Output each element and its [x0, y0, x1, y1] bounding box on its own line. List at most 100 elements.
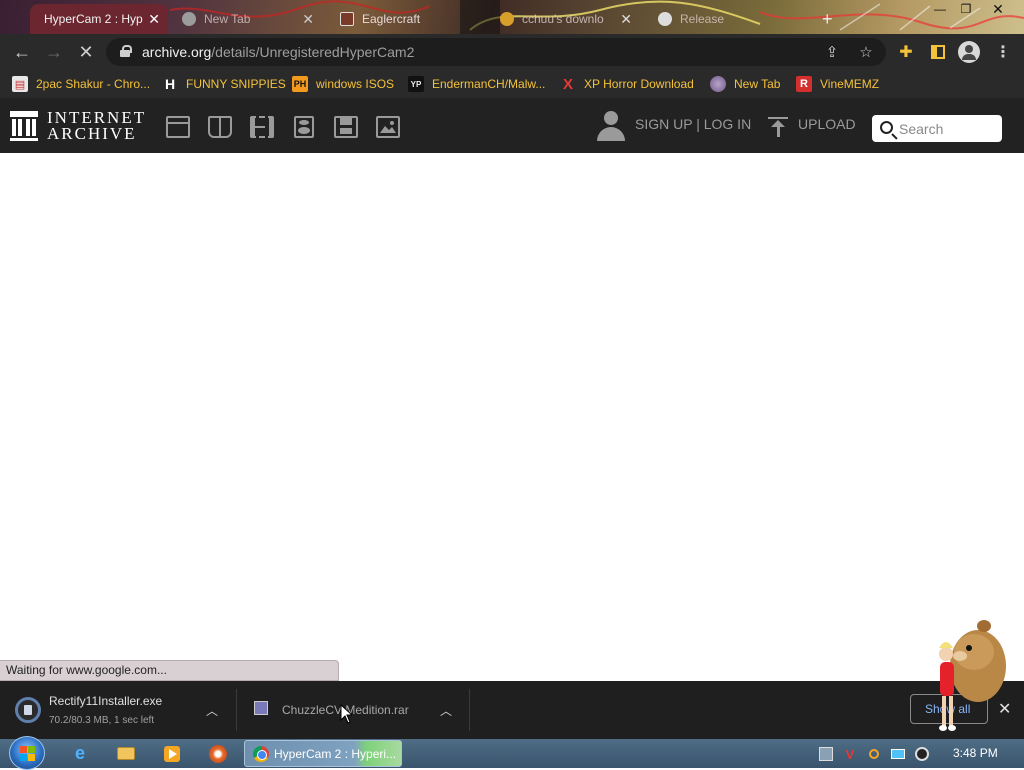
- archive-search-box[interactable]: [872, 115, 1002, 142]
- bookmark-label: windows ISOS: [316, 77, 395, 91]
- file-explorer-icon[interactable]: [108, 741, 144, 766]
- network-icon[interactable]: [890, 746, 906, 762]
- taskbar-window-title: HyperCam 2 : Hyperi...: [274, 747, 397, 761]
- upload-arrow-icon[interactable]: [768, 117, 788, 137]
- user-silhouette-icon[interactable]: [597, 111, 625, 141]
- video-icon[interactable]: [250, 116, 274, 138]
- store-icon: ▤: [12, 76, 28, 92]
- download-item-chuzzle[interactable]: ChuzzleCV Medition.rar ︿: [237, 681, 469, 739]
- chevron-up-icon[interactable]: ︿: [440, 702, 452, 719]
- browser-toolbar: ← → ✕ archive.org/details/UnregisteredHy…: [0, 34, 1024, 70]
- internet-explorer-icon[interactable]: e: [62, 741, 98, 766]
- web-icon[interactable]: [166, 116, 190, 138]
- tab-title: Release: [680, 12, 725, 26]
- kebab-menu-icon[interactable]: ⋮: [992, 41, 1014, 63]
- profile-avatar-icon[interactable]: [958, 41, 980, 63]
- bookmark-endermanch[interactable]: YP EndermanCH/Malw...: [408, 75, 545, 93]
- bookmark-funny-snippies[interactable]: H FUNNY SNIPPIES: [162, 75, 286, 93]
- page-content: [0, 153, 1024, 681]
- texts-icon[interactable]: [208, 116, 232, 138]
- tab-title: Eaglercraft: [362, 12, 421, 26]
- windows-taskbar: e HyperCam 2 : Hyperi... V 3:48 PM: [0, 736, 1024, 770]
- bookmarks-bar: ▤ 2pac Shakur - Chro... H FUNNY SNIPPIES…: [0, 70, 1024, 98]
- minimize-icon[interactable]: —: [926, 0, 954, 18]
- search-input[interactable]: [899, 119, 995, 138]
- v-tray-icon[interactable]: V: [842, 746, 858, 762]
- tab-title: New Tab: [204, 12, 251, 26]
- search-icon[interactable]: [880, 121, 893, 134]
- bookmark-label: VineMEMZ: [820, 77, 880, 91]
- status-bubble: Waiting for www.google.com...: [0, 660, 339, 681]
- archive-logo-icon[interactable]: [10, 111, 38, 141]
- new-tab-button[interactable]: +: [812, 4, 840, 34]
- close-window-icon[interactable]: ✕: [984, 0, 1012, 18]
- github-icon: [658, 12, 672, 26]
- address-bar[interactable]: archive.org/details/UnregisteredHyperCam…: [106, 38, 886, 66]
- archive-header: INTERNET ARCHIVE SIGN UP | LOG IN UPLOAD: [0, 98, 1024, 153]
- taskbar-clock[interactable]: 3:48 PM: [953, 746, 998, 760]
- hamster-sticker: [939, 620, 1006, 731]
- close-tab-icon[interactable]: ✕: [620, 11, 632, 28]
- tab-title: HyperCam 2 : Hyp: [44, 12, 143, 26]
- bookmark-star-icon[interactable]: ☆: [856, 42, 876, 62]
- downloads-site-icon: [500, 12, 514, 26]
- bookmark-label: New Tab: [734, 77, 781, 91]
- tab-cchuu-downloads[interactable]: cchuu's downlo ✕: [490, 4, 640, 34]
- mouse-cursor-icon: [340, 704, 352, 724]
- bookmark-label: FUNNY SNIPPIES: [186, 77, 286, 91]
- stop-loading-icon[interactable]: ✕: [74, 40, 98, 64]
- hypercam-app-icon[interactable]: [200, 741, 236, 766]
- installer-file-icon: [15, 697, 41, 723]
- close-tab-icon[interactable]: ✕: [302, 11, 314, 28]
- tab-eaglercraft[interactable]: Eaglercraft: [330, 4, 480, 34]
- url-text[interactable]: archive.org/details/UnregisteredHyperCam…: [142, 44, 414, 60]
- bookmark-xp-horror[interactable]: X XP Horror Download: [560, 75, 694, 93]
- url-host: archive.org: [142, 44, 212, 60]
- chrome-icon: [182, 12, 196, 26]
- back-arrow-icon[interactable]: ←: [10, 40, 34, 64]
- forward-arrow-icon[interactable]: →: [42, 40, 66, 64]
- audio-icon[interactable]: [294, 116, 314, 138]
- magnifier-tray-icon[interactable]: [866, 746, 882, 762]
- bookmark-2pac[interactable]: ▤ 2pac Shakur - Chro...: [12, 75, 150, 93]
- upload-link[interactable]: UPLOAD: [798, 116, 856, 132]
- download-progress-text: 70.2/80.3 MB, 1 sec left: [49, 715, 155, 726]
- bookmark-label: XP Horror Download: [584, 77, 694, 91]
- download-item-rectify11[interactable]: Rectify11Installer.exe 70.2/80.3 MB, 1 s…: [0, 681, 236, 739]
- tab-hypercam[interactable]: HyperCam 2 : Hyp ✕: [30, 4, 168, 34]
- action-center-icon[interactable]: [818, 746, 834, 762]
- tab-title: cchuu's downlo: [522, 12, 604, 26]
- software-icon[interactable]: [334, 116, 358, 138]
- close-tab-icon[interactable]: ✕: [148, 11, 160, 28]
- archive-wordmark[interactable]: INTERNET ARCHIVE: [47, 109, 146, 143]
- volume-icon[interactable]: [914, 746, 930, 762]
- archive-file-icon: [254, 701, 268, 715]
- share-icon[interactable]: ⇪: [822, 42, 842, 62]
- eaglercraft-icon: [340, 12, 354, 26]
- tab-new-tab[interactable]: New Tab ✕: [172, 4, 322, 34]
- chevron-up-icon[interactable]: ︿: [206, 702, 218, 719]
- lock-icon[interactable]: [120, 45, 132, 57]
- globe-icon: [710, 76, 726, 92]
- extensions-puzzle-icon[interactable]: ✚: [895, 41, 917, 63]
- tab-release[interactable]: Release: [648, 4, 798, 34]
- url-path: /details/UnregisteredHyperCam2: [211, 44, 415, 60]
- start-orb-icon[interactable]: [9, 736, 45, 770]
- bookmark-windows-isos[interactable]: PH windows ISOS: [292, 75, 394, 93]
- windows-flag-icon: [20, 746, 36, 761]
- bookmark-new-tab[interactable]: New Tab: [710, 75, 780, 93]
- media-player-icon[interactable]: [154, 741, 190, 766]
- downloads-shelf: Rectify11Installer.exe 70.2/80.3 MB, 1 s…: [0, 681, 1024, 739]
- images-icon[interactable]: [376, 116, 400, 138]
- taskbar-chrome-window[interactable]: HyperCam 2 : Hyperi...: [244, 740, 402, 767]
- tab-strip: HyperCam 2 : Hyp ✕ New Tab ✕ Eaglercraft…: [0, 0, 1024, 34]
- r-logo-icon: R: [796, 76, 812, 92]
- signup-login-link[interactable]: SIGN UP | LOG IN: [635, 116, 751, 132]
- bookmark-label: 2pac Shakur - Chro...: [36, 77, 151, 91]
- ph-logo-icon: PH: [292, 76, 308, 92]
- restore-icon[interactable]: ❐: [952, 0, 980, 18]
- wordmark-line2: ARCHIVE: [47, 124, 137, 143]
- side-panel-icon[interactable]: [927, 41, 949, 63]
- bookmark-label: EndermanCH/Malw...: [432, 77, 546, 91]
- bookmark-vinememz[interactable]: R VineMEMZ: [796, 75, 879, 93]
